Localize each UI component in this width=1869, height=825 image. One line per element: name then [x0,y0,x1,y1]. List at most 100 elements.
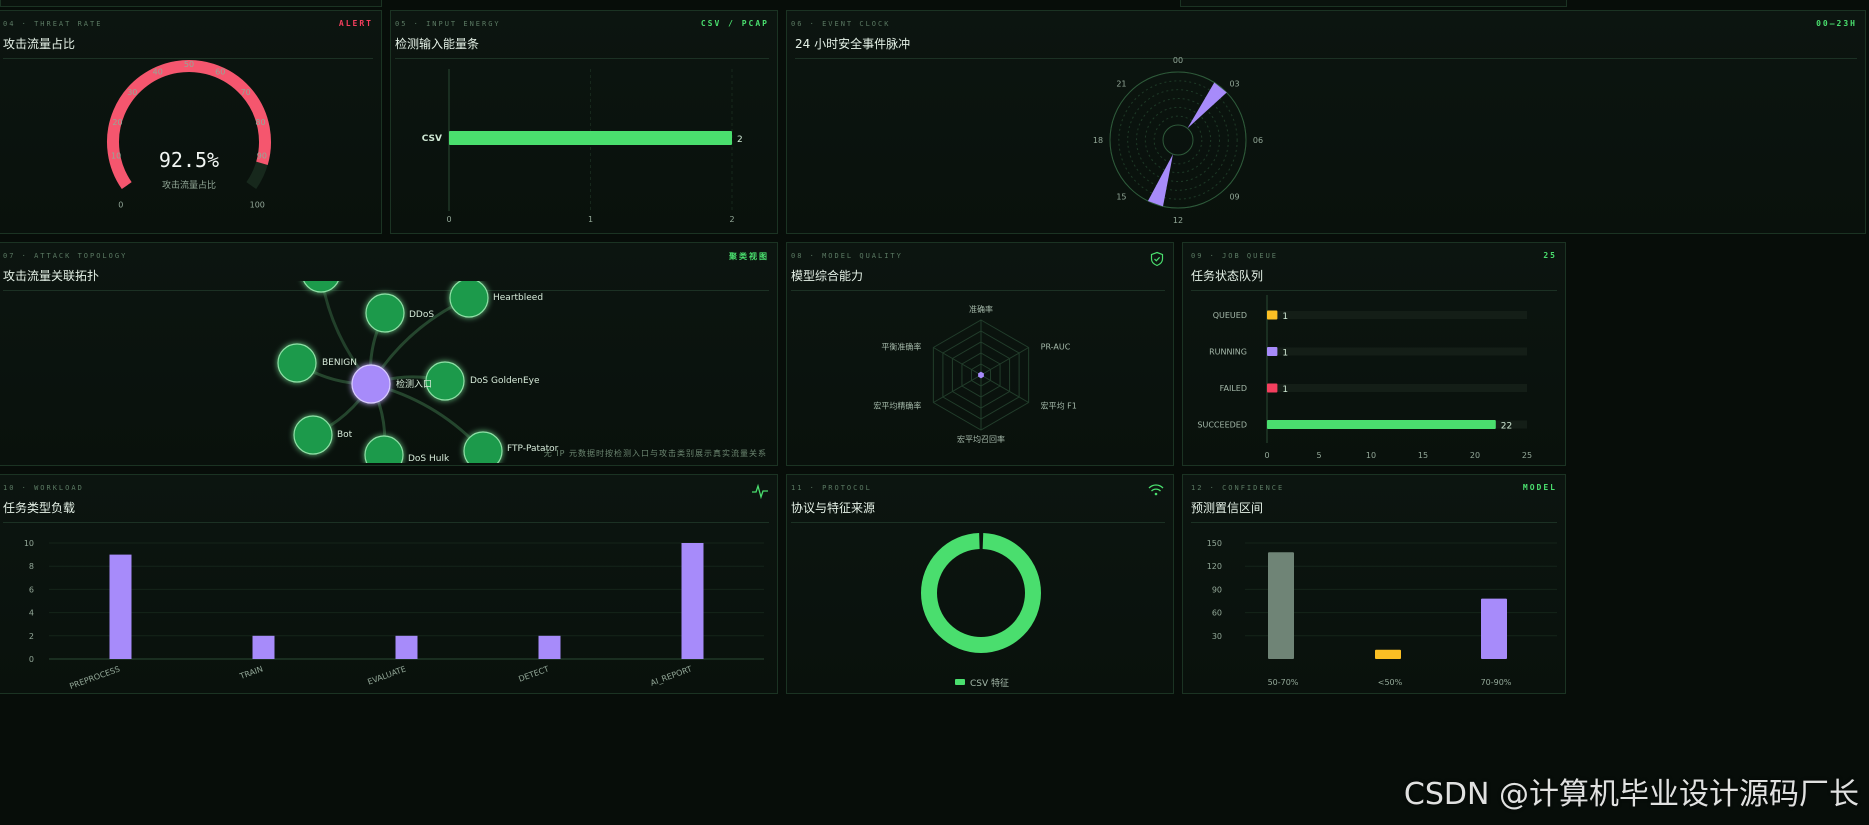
hour-label: 18 [1093,136,1103,145]
workload-bar [538,635,561,659]
event-clock-panel: 06 · EVENT CLOCK 24 小时安全事件脉冲 00—23H 00 03… [786,10,1866,234]
workload-panel: 10 · WORKLOAD 任务类型负载 0 2 4 6 8 10 PREPROCESS TR… [0,474,778,694]
radar-axis-label: 宏平均 F1 [1041,401,1077,411]
x-category-label: EVALUATE [366,664,407,686]
donut-slice [921,533,1041,653]
y-tick-label: 60 [1212,609,1222,618]
category-label: CSV [422,134,442,144]
confidence-bar [1481,598,1507,659]
hour-label: 00 [1173,56,1183,65]
attack-topology-panel: 07 · ATTACK TOPOLOGY 攻击流量关联拓扑 聚类视图 DDoS H… [0,242,778,466]
y-tick-label: 10 [24,539,34,548]
x-category-label: TRAIN [238,664,265,681]
workload-bar [395,635,418,659]
job-status-label: SUCCEEDED [1197,421,1247,430]
gauge-tick-label: 30 [127,88,137,97]
job-count-label: 1 [1282,385,1288,395]
job-bar [1267,310,1278,320]
topology-node-label: BENIGN [322,358,357,368]
topology-node-label: DoS GoldenEye [470,376,540,386]
y-tick-label: 6 [29,585,34,594]
confidence-panel: 12 · CONFIDENCE 预测置信区间 MODEL 30 60 90 120 15… [1182,474,1566,694]
radar-axis-label: 平衡准确率 [881,342,921,352]
job-count-label: 1 [1282,349,1288,359]
topology-node [463,431,503,463]
radar-axis-label: 准确率 [969,304,993,314]
x-tick-label: 0 [446,215,451,224]
gauge-chart: 0 10 20 30 40 50 60 70 80 90 100 92.5% 攻击流量占比 [107,60,271,210]
y-tick-label: 0 [29,655,34,664]
topology-node-label: Heartbleed [493,293,543,303]
topology-node [293,415,333,455]
gauge-tick-label: 50 [184,60,194,69]
radar-axis-label: 宏平均精确率 [873,401,921,411]
bar-track [1267,311,1527,319]
x-tick-label: 15 [1418,451,1428,460]
confidence-bar [1268,552,1294,659]
x-category-label: <50% [1378,678,1403,687]
x-category-label: 70-90% [1481,678,1512,687]
job-queue-panel: 09 · JOB QUEUE 任务状态队列 25 0 5 10 15 20 25 QUEUE… [1182,242,1566,466]
x-tick-label: 25 [1522,451,1532,460]
polar-inner-ring [1162,124,1194,156]
radar-axis-label: PR-AUC [1041,343,1071,352]
job-status-chart: 0 5 10 15 20 25 QUEUED 1 RUNNING 1 FAILED 1 SUCCEEDE… [1197,295,1532,460]
workload-bar [681,543,704,659]
polar-ring [1144,106,1212,174]
job-status-label: FAILED [1220,384,1247,393]
x-tick-label: 2 [729,215,734,224]
radar-axis [933,347,982,376]
radar-axis [980,374,1029,403]
protocol-panel: 11 · PROTOCOL 协议与特征来源 CSV 特征 [786,474,1174,694]
topology-note: 无 IP 元数据时按检测入口与攻击类别展示真实流量关系 [543,449,767,458]
topology-node-label: DDoS [409,310,434,320]
gauge-tick-label: 10 [111,152,121,161]
topology-node [449,281,489,318]
x-tick-label: 0 [1264,451,1269,460]
y-tick-label: 4 [29,609,34,618]
gauge-tick-label: 80 [255,118,265,127]
x-category-label: AI_REPORT [649,664,693,687]
top-strip [0,0,382,7]
threat-rate-panel: 04 · THREAT RATE 攻击流量占比 ALERT 0 10 20 30 40 5… [0,10,382,234]
legend-swatch [955,679,965,685]
x-category-label: DETECT [517,664,550,683]
topology-center-label: 检测入口 [396,378,432,390]
topology-center-node [351,364,391,404]
hour-label: 03 [1229,79,1239,88]
job-bar [1267,420,1496,429]
hour-label: 12 [1173,216,1183,225]
topology-node [365,293,405,333]
topology-node [277,343,317,383]
bar-track [1267,384,1527,392]
workload-bar [252,635,275,659]
y-tick-label: 8 [29,562,34,571]
x-category-label: PREPROCESS [68,664,121,691]
radar-axis-label: 宏平均召回率 [957,434,1005,444]
gauge-tick-label: 0 [118,201,123,210]
workload-bar-chart: 0 2 4 6 8 10 PREPROCESS TRAIN EVALUATE DETECT AI_R… [24,539,764,691]
input-energy-panel: 05 · INPUT ENERGY 检测输入能量条 CSV / PCAP 012… [390,10,778,234]
radar-axis [980,347,1029,376]
hour-label: 15 [1116,193,1126,202]
gauge-tick-label: 20 [112,118,122,127]
gauge-label: 攻击流量占比 [162,179,216,191]
gauge-tick-label: 60 [215,67,225,76]
topology-graph: DDoS Heartbleed BENIGN DoS GoldenEye Bot DoS … [277,281,559,463]
hour-label: 21 [1116,79,1126,88]
y-tick-label: 2 [29,632,34,641]
topology-node [364,435,404,463]
radar-axis [933,374,982,403]
polar-ring [1136,98,1220,182]
confidence-bar [1375,649,1401,659]
job-count-label: 1 [1282,312,1288,322]
energy-bar [449,131,732,145]
event-spike [1187,82,1227,129]
energy-bar-chart: 0 1 2 CSV 2 [422,69,743,224]
gauge-tick-label: 40 [153,67,163,76]
x-tick-label: 20 [1470,451,1480,460]
hour-label: 06 [1253,136,1263,145]
y-tick-label: 150 [1207,539,1222,548]
polar-ring [1153,115,1203,165]
hour-label: 09 [1229,193,1239,202]
